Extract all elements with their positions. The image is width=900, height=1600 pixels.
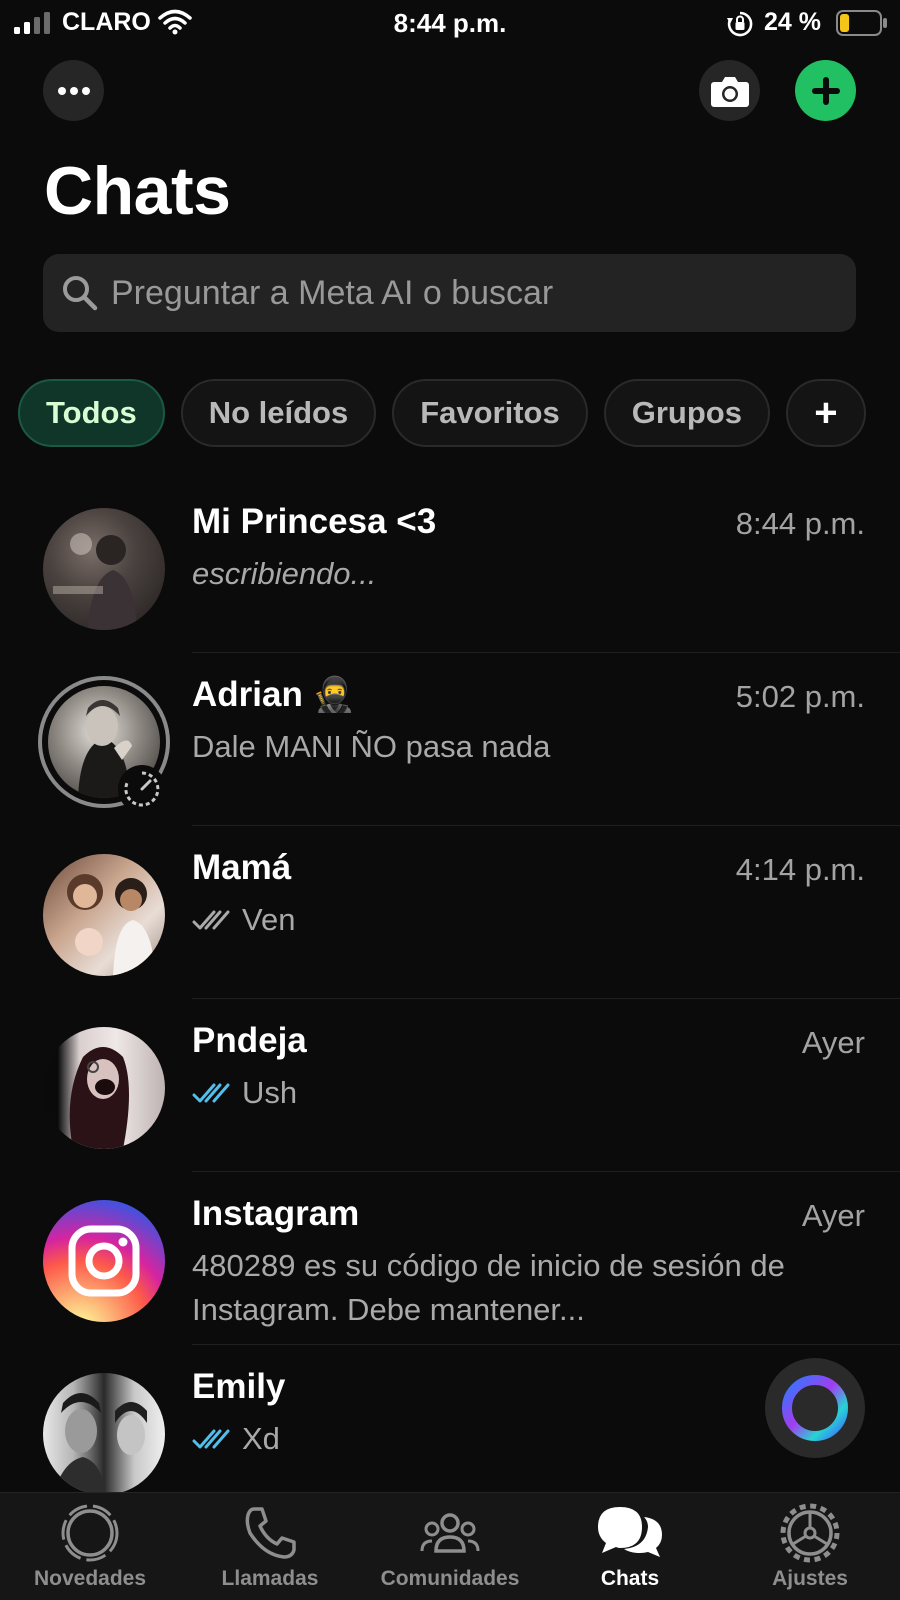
chats-icon <box>598 1507 662 1557</box>
more-options-button[interactable] <box>43 60 104 121</box>
tab-label: Chats <box>600 1567 660 1590</box>
camera-icon <box>710 76 749 107</box>
chat-preview: Ush <box>192 1071 812 1115</box>
filter-chip-favoritos[interactable]: Favoritos <box>392 379 588 447</box>
tab-novedades[interactable]: Novedades <box>0 1493 180 1600</box>
phone-icon <box>245 1507 296 1559</box>
filter-chips: Todos No leídos Favoritos Grupos + <box>18 379 900 449</box>
instagram-avatar[interactable] <box>43 1200 165 1322</box>
search-bar[interactable] <box>43 254 856 332</box>
filter-chip-no-leidos[interactable]: No leídos <box>180 379 377 447</box>
chat-row[interactable]: Pndeja Ayer Ush <box>0 999 900 1172</box>
double-check-blue-icon <box>192 1083 230 1103</box>
tab-comunidades[interactable]: Comunidades <box>360 1493 540 1600</box>
chat-name: Mi Princesa <3 <box>192 502 437 541</box>
chat-time: 4:14 p.m. <box>735 852 865 887</box>
add-filter-button[interactable]: + <box>785 379 866 447</box>
chat-name: Pndeja <box>192 1021 307 1060</box>
chat-preview-text: Xd <box>242 1421 280 1456</box>
double-check-icon <box>192 910 230 930</box>
avatar[interactable] <box>43 1027 165 1149</box>
ninja-emoji: 🥷 <box>312 676 356 714</box>
double-check-blue-icon <box>192 1429 230 1449</box>
tab-llamadas[interactable]: Llamadas <box>180 1493 360 1600</box>
chat-preview-text: Ven <box>242 902 296 937</box>
chat-name-text: Adrian <box>192 675 303 714</box>
filter-chip-grupos[interactable]: Grupos <box>603 379 770 447</box>
battery-icon <box>836 10 887 36</box>
bottom-tab-bar: Novedades Llamadas Comunidades Chats Aju… <box>0 1492 900 1600</box>
new-chat-button[interactable] <box>795 60 856 121</box>
chat-name: Instagram <box>192 1194 360 1233</box>
search-input[interactable] <box>111 273 856 313</box>
chat-row[interactable]: Mi Princesa <3 8:44 p.m. escribiendo... <box>0 480 900 653</box>
avatar[interactable] <box>43 854 165 976</box>
camera-button[interactable] <box>699 60 760 121</box>
tab-chats[interactable]: Chats <box>540 1493 720 1600</box>
chat-list: Mi Princesa <3 8:44 p.m. escribiendo... … <box>0 480 900 1518</box>
status-timer-badge <box>118 765 166 813</box>
instagram-logo-icon <box>68 1225 140 1297</box>
chat-row[interactable]: Mamá 4:14 p.m. Ven <box>0 826 900 999</box>
tab-label: Llamadas <box>221 1567 319 1590</box>
battery-percentage: 24 % <box>764 8 821 36</box>
communities-icon <box>420 1513 480 1553</box>
tab-ajustes[interactable]: Ajustes <box>720 1493 900 1600</box>
chat-row[interactable]: Adrian 🥷 5:02 p.m. Dale MANI ÑO pasa nada <box>0 653 900 826</box>
chat-name: Adrian 🥷 <box>192 675 355 715</box>
chat-preview-text: Ush <box>242 1075 298 1110</box>
timer-icon <box>124 771 160 807</box>
chat-preview: Ven <box>192 898 812 942</box>
chat-time: Ayer <box>801 1198 865 1233</box>
plus-icon <box>811 76 840 105</box>
chat-row[interactable]: Instagram Ayer 480289 es su código de in… <box>0 1172 900 1345</box>
chat-time: 8:44 p.m. <box>735 506 865 541</box>
more-icon <box>57 86 90 95</box>
tab-label: Novedades <box>33 1567 147 1590</box>
page-title: Chats <box>44 153 231 229</box>
chat-preview: escribiendo... <box>192 556 377 591</box>
chat-preview: Xd <box>192 1417 812 1461</box>
settings-icon <box>780 1503 840 1563</box>
chat-name: Emily <box>192 1367 286 1406</box>
status-bar: CLARO 8:44 p.m. 24 % <box>0 0 900 46</box>
tab-label: Comunidades <box>380 1567 520 1590</box>
tab-label: Ajustes <box>772 1567 848 1590</box>
chat-preview: 480289 es su código de inicio de sesión … <box>192 1248 785 1327</box>
rotation-lock-icon <box>727 11 753 37</box>
updates-icon <box>61 1504 119 1562</box>
search-icon <box>63 276 98 311</box>
filter-chip-todos[interactable]: Todos <box>18 379 165 447</box>
add-filter-label: + <box>814 390 838 435</box>
meta-ai-button[interactable] <box>765 1358 865 1458</box>
chat-time: Ayer <box>801 1025 865 1060</box>
chat-preview: Dale MANI ÑO pasa nada <box>192 729 551 764</box>
chat-time: 5:02 p.m. <box>735 679 865 714</box>
avatar[interactable] <box>43 508 165 630</box>
meta-ai-icon <box>782 1375 848 1441</box>
avatar[interactable] <box>43 1373 165 1495</box>
chat-name: Mamá <box>192 848 292 887</box>
